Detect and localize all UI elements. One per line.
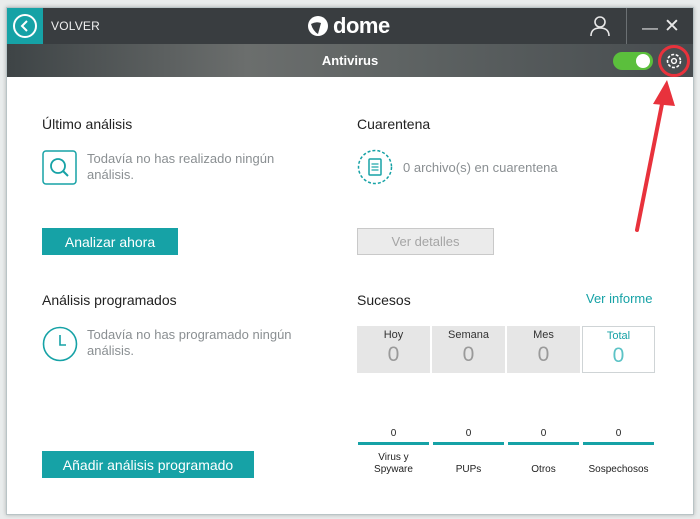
- stat-label: Total: [606, 330, 631, 342]
- clock-icon: [42, 326, 78, 362]
- stat-value: 0: [462, 343, 475, 366]
- scheduled-message: Todavía no has programado ningún análisi…: [87, 327, 292, 358]
- close-icon[interactable]: ✕: [664, 15, 680, 38]
- protection-toggle[interactable]: [613, 52, 653, 70]
- category-pups: 0 PUPs: [433, 428, 504, 476]
- stat-month[interactable]: Mes 0: [507, 326, 580, 373]
- category-label: Sospechosos: [588, 464, 649, 475]
- minimize-icon[interactable]: —: [642, 20, 658, 38]
- category-count: 0: [540, 428, 547, 439]
- title-bar: VOLVER dome — ✕: [7, 8, 693, 44]
- brand-logo: dome: [307, 13, 390, 39]
- brand-name: dome: [333, 13, 390, 38]
- back-arrow-icon: [13, 14, 37, 38]
- stat-label: Mes: [533, 329, 554, 341]
- category-label: Otros: [531, 464, 556, 475]
- category-count: 0: [615, 428, 622, 439]
- user-account-icon[interactable]: [589, 15, 611, 37]
- stat-value: 0: [537, 343, 550, 366]
- category-label: Virus y Spyware: [374, 452, 413, 475]
- last-scan-message: Todavía no has realizado ningún análisis…: [87, 151, 275, 182]
- category-bar: [433, 442, 504, 445]
- stat-week[interactable]: Semana 0: [432, 326, 505, 373]
- category-label: PUPs: [455, 464, 482, 475]
- category-bar: [583, 442, 654, 445]
- events-title: Sucesos: [357, 292, 411, 308]
- quarantine-file-icon: [357, 149, 393, 185]
- quarantine-message: 0 archivo(s) en cuarentena: [403, 160, 558, 175]
- category-bar: [358, 442, 429, 445]
- back-button[interactable]: [7, 8, 43, 44]
- back-label[interactable]: VOLVER: [51, 19, 100, 33]
- page-title: Antivirus: [321, 53, 379, 68]
- quarantine-title: Cuarentena: [357, 116, 431, 132]
- stat-today[interactable]: Hoy 0: [357, 326, 430, 373]
- panda-logo-icon: [308, 16, 328, 36]
- stat-value: 0: [612, 344, 625, 367]
- settings-button[interactable]: [658, 45, 690, 77]
- titlebar-separator: [626, 8, 627, 44]
- toggle-knob: [636, 54, 650, 68]
- view-details-button[interactable]: Ver detalles: [357, 228, 494, 255]
- stat-label: Hoy: [383, 329, 404, 341]
- stat-value: 0: [387, 343, 400, 366]
- scheduled-title: Análisis programados: [42, 292, 177, 308]
- antivirus-window: VOLVER dome — ✕ Antivirus Último análisi…: [6, 7, 694, 515]
- add-scheduled-scan-button[interactable]: Añadir análisis programado: [42, 451, 254, 478]
- magnifier-icon: [42, 150, 77, 185]
- view-report-link[interactable]: Ver informe: [586, 291, 652, 306]
- gear-icon: [666, 53, 682, 69]
- stat-label: Semana: [448, 329, 489, 341]
- category-suspicious: 0 Sospechosos: [583, 428, 654, 476]
- category-others: 0 Otros: [508, 428, 579, 476]
- stat-total[interactable]: Total 0: [582, 326, 655, 373]
- scan-now-button[interactable]: Analizar ahora: [42, 228, 178, 255]
- category-virus-spyware: 0 Virus y Spyware: [358, 428, 429, 476]
- category-count: 0: [465, 428, 472, 439]
- last-scan-title: Último análisis: [42, 116, 133, 132]
- category-count: 0: [390, 428, 397, 439]
- category-bar: [508, 442, 579, 445]
